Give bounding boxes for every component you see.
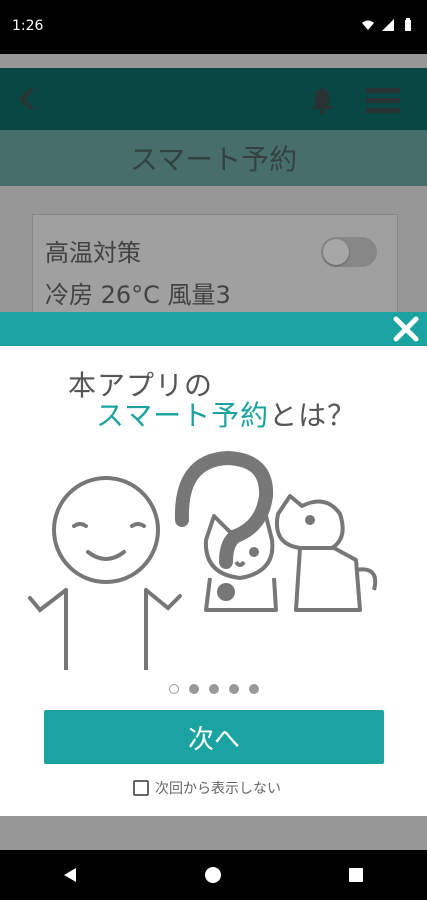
modal-body: 本アプリの スマート予約とは？ 次へ 次回から表示しない	[0, 346, 427, 816]
nav-recents-button[interactable]	[344, 863, 368, 887]
close-button[interactable]	[389, 312, 423, 346]
page-dot[interactable]	[228, 684, 239, 694]
next-button[interactable]: 次へ	[44, 710, 384, 764]
dont-show-checkbox[interactable]	[133, 780, 149, 796]
signal-icon	[382, 19, 394, 31]
modal-heading-line2: スマート予約とは？	[96, 394, 356, 434]
modal-heading-rest: とは？	[269, 399, 357, 432]
status-icons	[361, 18, 415, 32]
nav-back-button[interactable]	[59, 863, 83, 887]
wifi-icon	[362, 20, 374, 30]
page-dot[interactable]	[208, 684, 219, 694]
page-indicator	[0, 684, 427, 694]
dont-show-label: 次回から表示しない	[155, 781, 281, 797]
question-mark-icon	[174, 450, 274, 569]
square-recents-icon	[348, 868, 363, 882]
system-nav-bar	[0, 850, 427, 900]
modal-heading-accent: スマート予約	[96, 399, 270, 432]
triangle-back-icon	[64, 868, 77, 882]
nav-home-button[interactable]	[201, 863, 225, 887]
page-dot[interactable]	[188, 684, 199, 694]
dont-show-again[interactable]: 次回から表示しない	[133, 778, 281, 798]
status-bar: 1:26	[0, 0, 427, 54]
status-time: 1:26	[12, 18, 44, 34]
modal-header	[0, 312, 427, 346]
app-screen: スマート予約 高温対策 冷房 26°C 風量3 本アプリの スマート予約とは？	[0, 54, 427, 850]
close-icon	[393, 316, 419, 342]
cat-illustration	[203, 514, 278, 612]
page-dot[interactable]	[248, 684, 259, 694]
dog-illustration	[275, 494, 378, 612]
page-dot[interactable]	[168, 684, 179, 694]
person-illustration	[28, 476, 182, 670]
illustration-person-cat-dog-question	[28, 450, 378, 670]
battery-icon	[405, 18, 411, 31]
circle-home-icon	[205, 867, 222, 883]
